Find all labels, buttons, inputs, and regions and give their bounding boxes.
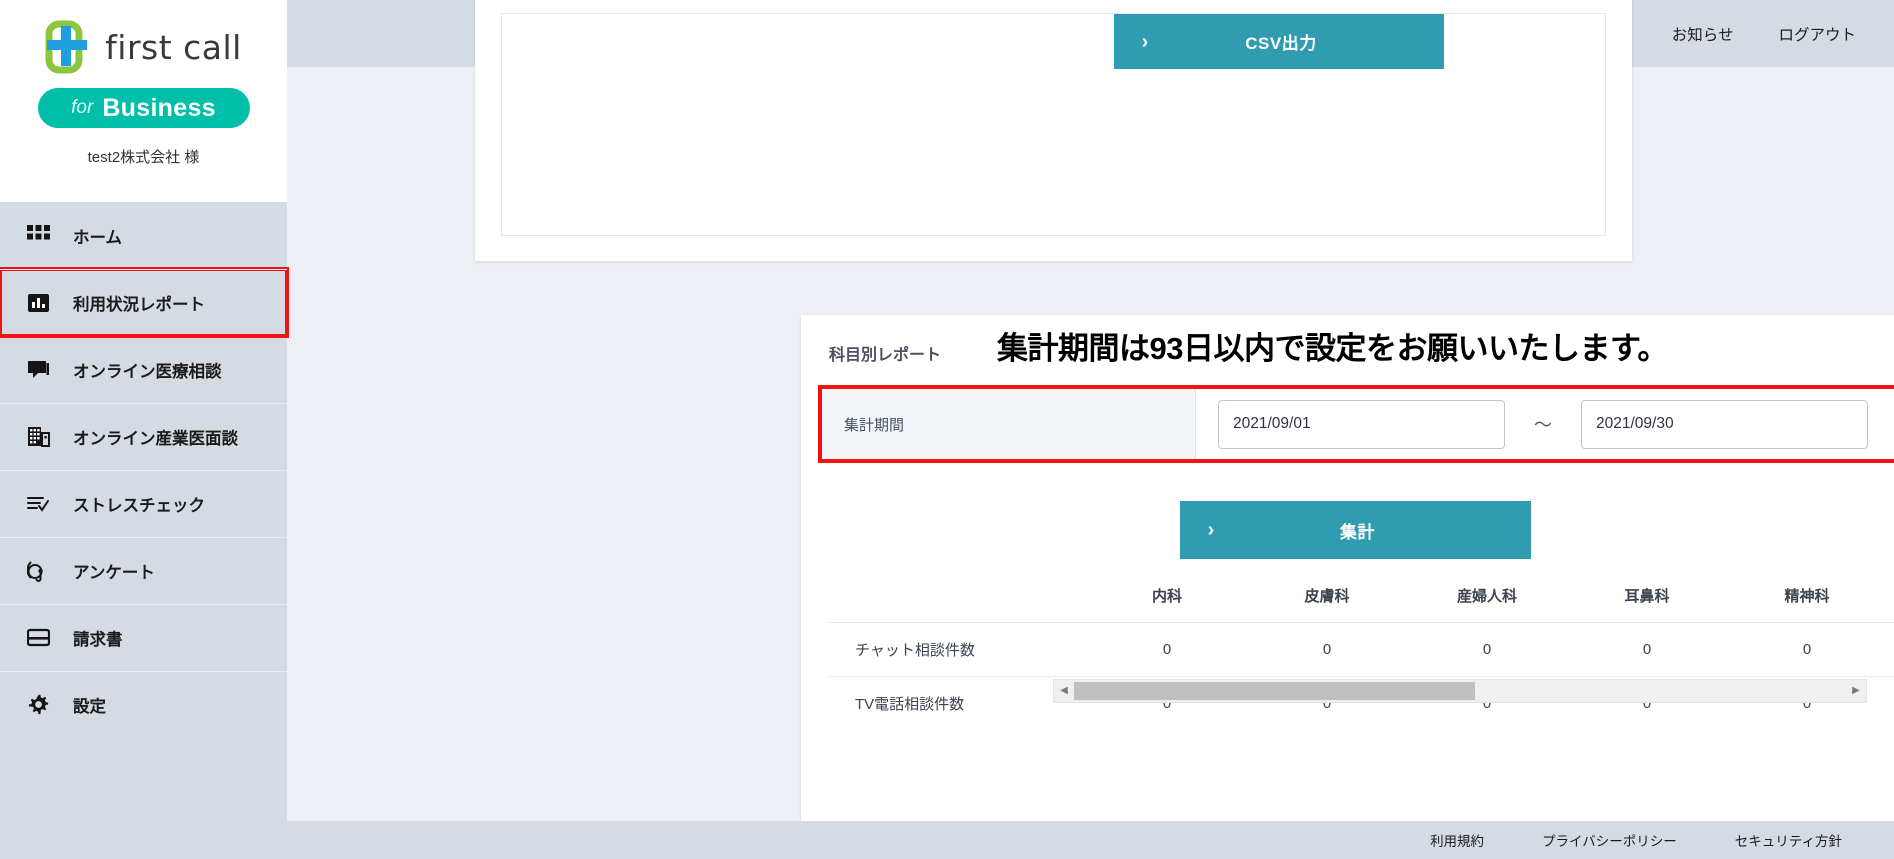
scrollbar-thumb[interactable] bbox=[1074, 682, 1476, 700]
footer-link-terms[interactable]: 利用規約 bbox=[1430, 830, 1484, 850]
column-header: 耳鼻科 bbox=[1567, 569, 1727, 623]
report-table: 内科 皮膚科 産婦人科 耳鼻科 精神科 整形外科 小児 チャット bbox=[827, 569, 1894, 730]
scroll-right-arrow-icon[interactable]: ▶ bbox=[1846, 686, 1866, 696]
period-end-input[interactable] bbox=[1581, 399, 1868, 449]
report-table-viewport: 内科 皮膚科 産婦人科 耳鼻科 精神科 整形外科 小児 チャット bbox=[827, 569, 1894, 730]
table-header-row: 内科 皮膚科 産婦人科 耳鼻科 精神科 整形外科 小児 bbox=[827, 569, 1894, 623]
app-root: first call for Business test2株式会社 様 ホーム bbox=[0, 0, 1894, 859]
sidebar-item-online-medical-consult[interactable]: オンライン医療相談 bbox=[0, 336, 287, 403]
csv-export-card: › CSV出力 bbox=[475, 0, 1632, 261]
column-header: 皮膚科 bbox=[1247, 569, 1407, 623]
report-table-body: チャット相談件数 0 0 0 0 0 0 0 TV電話相談件数 bbox=[827, 622, 1894, 731]
for-business-badge: for Business bbox=[37, 88, 250, 128]
sidebar-item-settings[interactable]: 設定 bbox=[0, 671, 287, 738]
logo-wordmark: first call bbox=[105, 27, 242, 67]
row-label: TV電話相談件数 bbox=[855, 696, 965, 713]
column-header: 精神科 bbox=[1727, 569, 1887, 623]
sidebar-item-label: 請求書 bbox=[73, 630, 123, 649]
brand-area: first call for Business test2株式会社 様 bbox=[0, 0, 287, 202]
footer-link-privacy[interactable]: プライバシーポリシー bbox=[1542, 830, 1677, 850]
scrollbar-track[interactable] bbox=[1074, 682, 1846, 700]
column-header: 整形外科 bbox=[1887, 569, 1894, 623]
subject-report-card: 科目別レポート 集計期間は93日以内で設定をお願いいたします。 集計期間 ～ bbox=[801, 315, 1894, 839]
sidebar-item-survey[interactable]: アンケート bbox=[0, 537, 287, 604]
badge-business-text: Business bbox=[102, 93, 216, 122]
chevron-right-icon: › bbox=[1207, 519, 1215, 541]
column-header-blank bbox=[827, 569, 1087, 623]
period-separator: ～ bbox=[1534, 415, 1552, 435]
first-call-logo-icon bbox=[45, 20, 91, 74]
report-table-horizontal-scrollbar[interactable]: ◀ ▶ bbox=[1053, 679, 1867, 703]
footer: 利用規約 プライバシーポリシー セキュリティ方針 bbox=[287, 821, 1894, 859]
company-name: test2株式会社 様 bbox=[87, 149, 200, 166]
sidebar-item-label: 設定 bbox=[73, 697, 106, 716]
sidebar-item-usage-report[interactable]: 利用状況レポート bbox=[0, 267, 289, 338]
logo: first call bbox=[0, 14, 287, 80]
scroll-left-arrow-icon[interactable]: ◀ bbox=[1054, 686, 1074, 696]
footer-link-security[interactable]: セキュリティ方針 bbox=[1735, 830, 1842, 850]
content-scroll-area: › CSV出力 科目別レポート 集計期間は93日以内で設定をお願いいたします。 … bbox=[287, 0, 1894, 859]
table-cell: 0 bbox=[1567, 622, 1727, 677]
aggregate-button[interactable]: › 集計 bbox=[1180, 501, 1531, 559]
period-label: 集計期間 bbox=[822, 389, 1196, 459]
column-header: 内科 bbox=[1087, 569, 1247, 623]
report-header: 科目別レポート 集計期間は93日以内で設定をお願いいたします。 bbox=[801, 315, 1894, 377]
survey-icon bbox=[26, 558, 51, 583]
period-warning-message: 集計期間は93日以内で設定をお願いいたします。 bbox=[997, 331, 1668, 366]
topbar-link-notice[interactable]: お知らせ bbox=[1672, 23, 1734, 45]
main-area: 使い方ガイド お知らせ ログアウト › CSV出力 科目別レポート 集計期間は9… bbox=[287, 0, 1894, 859]
table-cell: 0 bbox=[1727, 622, 1887, 677]
grid-icon bbox=[26, 223, 51, 248]
card-icon bbox=[26, 625, 51, 650]
gear-icon bbox=[26, 692, 51, 717]
sidebar-item-label: 利用状況レポート bbox=[73, 295, 205, 314]
topbar-link-logout[interactable]: ログアウト bbox=[1778, 23, 1856, 45]
period-filter-row: 集計期間 ～ bbox=[822, 389, 1894, 459]
sidebar-item-online-industrial-doctor[interactable]: オンライン産業医面談 bbox=[0, 403, 287, 470]
sidebar-nav: ホーム 利用状況レポート オンライン医療相談 オンライン産業医面談 ストレスチェ… bbox=[0, 202, 289, 738]
sidebar-item-label: オンライン産業医面談 bbox=[73, 429, 238, 448]
sidebar-item-home[interactable]: ホーム bbox=[0, 202, 287, 269]
aggregate-button-label: 集計 bbox=[1340, 522, 1375, 542]
sidebar-item-label: アンケート bbox=[73, 563, 155, 582]
csv-export-button[interactable]: › CSV出力 bbox=[1114, 14, 1444, 69]
csv-export-button-label: CSV出力 bbox=[1245, 34, 1317, 53]
period-fields: ～ bbox=[1196, 389, 1894, 459]
chevron-right-icon: › bbox=[1141, 30, 1149, 53]
chat-icon bbox=[26, 357, 51, 382]
table-cell: 0 bbox=[1247, 622, 1407, 677]
sidebar-item-label: ホーム bbox=[73, 228, 123, 247]
period-filter-highlight: 集計期間 ～ bbox=[818, 385, 1894, 463]
sidebar: first call for Business test2株式会社 様 ホーム bbox=[0, 0, 289, 859]
building-icon bbox=[26, 424, 51, 449]
bar-chart-icon bbox=[26, 290, 51, 315]
sidebar-item-invoice[interactable]: 請求書 bbox=[0, 604, 287, 671]
report-table-head: 内科 皮膚科 産婦人科 耳鼻科 精神科 整形外科 小児 bbox=[827, 569, 1894, 623]
table-row: チャット相談件数 0 0 0 0 0 0 0 bbox=[827, 622, 1894, 677]
table-cell: 0 bbox=[1087, 622, 1247, 677]
table-cell: 0 bbox=[1887, 677, 1894, 731]
sidebar-item-stress-check[interactable]: ストレスチェック bbox=[0, 470, 287, 537]
table-cell: 0 bbox=[1887, 622, 1894, 677]
table-cell: 0 bbox=[1407, 622, 1567, 677]
csv-export-card-inner: › CSV出力 bbox=[501, 13, 1606, 236]
checklist-icon bbox=[26, 491, 51, 516]
report-title: 科目別レポート bbox=[829, 347, 942, 364]
sidebar-item-label: オンライン医療相談 bbox=[73, 362, 222, 381]
column-header: 産婦人科 bbox=[1407, 569, 1567, 623]
badge-for-text: for bbox=[71, 97, 94, 118]
period-start-input[interactable] bbox=[1218, 399, 1505, 449]
row-label: チャット相談件数 bbox=[827, 622, 1087, 677]
sidebar-item-label: ストレスチェック bbox=[73, 496, 205, 515]
